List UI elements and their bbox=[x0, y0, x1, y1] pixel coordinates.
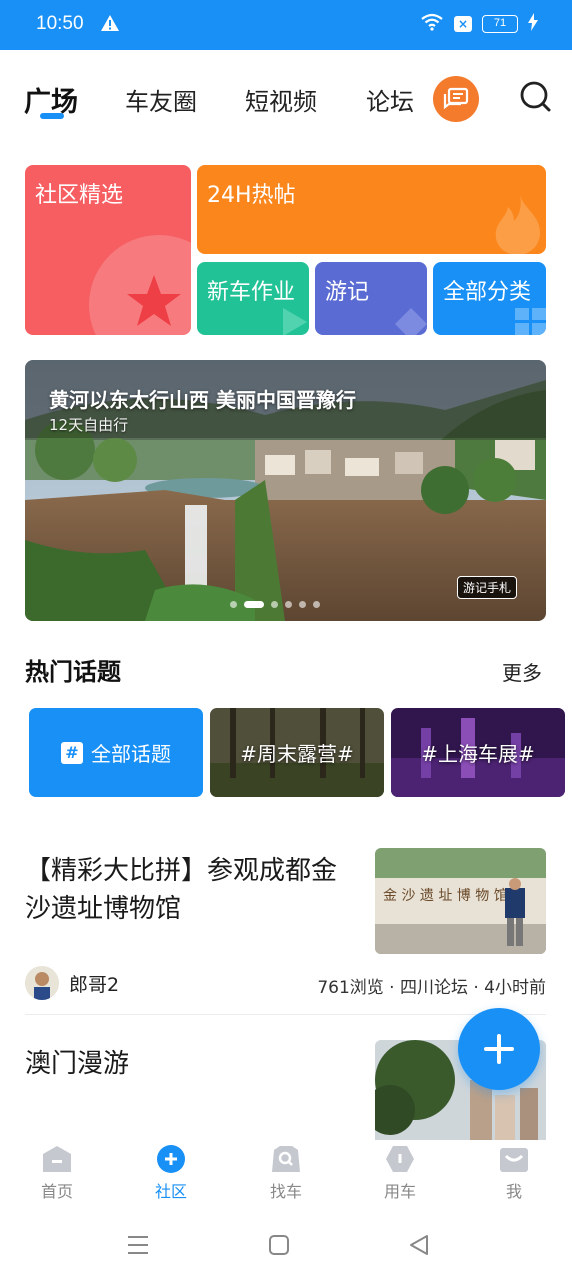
category-featured[interactable]: 社区精选 bbox=[25, 165, 191, 335]
home-square-icon[interactable] bbox=[268, 1234, 290, 1256]
topic-camping-label: #周末露营# bbox=[240, 742, 354, 766]
category-featured-label: 社区精选 bbox=[35, 183, 124, 208]
diamond-icon bbox=[395, 308, 427, 335]
charging-icon bbox=[528, 13, 538, 35]
top-nav: 广场 车友圈 短视频 论坛 bbox=[0, 50, 572, 145]
post-title[interactable]: 【精彩大比拼】参观成都金沙遗址博物馆 bbox=[25, 852, 355, 928]
create-post-button[interactable] bbox=[458, 1008, 540, 1090]
museum-photo: 金 沙 遗 址 博 物 馆 bbox=[375, 848, 546, 954]
use-car-icon bbox=[386, 1146, 414, 1172]
back-icon[interactable] bbox=[408, 1234, 430, 1256]
author-name: 郎哥2 bbox=[69, 973, 120, 996]
category-new-car-label: 新车作业 bbox=[207, 280, 296, 305]
post-meta: 761浏览 · 四川论坛 · 4小时前 bbox=[317, 978, 546, 998]
banner-tag: 游记手札 bbox=[457, 576, 518, 599]
banner-subtitle: 12天自由行 bbox=[49, 416, 129, 434]
system-navigation-bar bbox=[0, 1212, 572, 1280]
profile-icon bbox=[500, 1148, 528, 1172]
search-button[interactable] bbox=[518, 79, 554, 115]
nav-home[interactable]: 首页 bbox=[17, 1144, 97, 1202]
topic-all-label: 全部话题 bbox=[91, 742, 171, 766]
message-icon bbox=[443, 87, 469, 110]
category-all[interactable]: 全部分类 bbox=[433, 262, 546, 335]
play-icon bbox=[283, 308, 307, 335]
nav-me-label: 我 bbox=[505, 1182, 522, 1201]
status-time: 10:50 bbox=[36, 13, 84, 34]
category-travel-label: 游记 bbox=[325, 280, 370, 305]
tab-car-friends[interactable]: 车友圈 bbox=[125, 82, 197, 117]
carousel-dot bbox=[230, 601, 237, 608]
status-bar: 10:50 × 71 bbox=[0, 0, 572, 50]
carousel-dot-active bbox=[244, 601, 264, 608]
find-car-icon bbox=[272, 1146, 300, 1172]
search-icon bbox=[520, 81, 551, 112]
hot-topics-title: 热门话题 bbox=[25, 658, 121, 686]
carousel-dot bbox=[313, 601, 320, 608]
tab-forum[interactable]: 论坛 bbox=[366, 82, 414, 117]
category-hot-label: 24H热帖 bbox=[207, 183, 296, 208]
category-travel[interactable]: 游记 bbox=[315, 262, 427, 335]
avatar bbox=[25, 966, 59, 1000]
nav-community[interactable]: 社区 bbox=[131, 1144, 211, 1202]
battery-indicator: 71 bbox=[482, 15, 518, 33]
more-link[interactable]: 更多 bbox=[502, 657, 542, 686]
banner-title: 黄河以东太行山西 美丽中国晋豫行 bbox=[49, 388, 356, 412]
grid-icon bbox=[515, 308, 546, 335]
star-icon bbox=[127, 275, 181, 326]
carousel-indicator bbox=[230, 601, 320, 608]
active-tab-indicator bbox=[40, 113, 64, 119]
home-icon bbox=[43, 1146, 71, 1172]
divider bbox=[25, 1014, 546, 1015]
nav-use-car-label: 用车 bbox=[383, 1182, 416, 1201]
nav-home-label: 首页 bbox=[40, 1182, 73, 1201]
post-title[interactable]: 澳门漫游 bbox=[25, 1045, 355, 1083]
nav-find-car[interactable]: 找车 bbox=[246, 1144, 326, 1202]
wifi-icon bbox=[420, 13, 444, 35]
carousel-dot bbox=[285, 601, 292, 608]
nav-community-label: 社区 bbox=[154, 1182, 187, 1201]
nav-use-car[interactable]: 用车 bbox=[360, 1144, 440, 1202]
svg-text:金 沙 遗 址 博 物 馆: 金 沙 遗 址 博 物 馆 bbox=[383, 887, 508, 904]
topic-weekend-camping[interactable]: #周末露营# bbox=[210, 708, 384, 797]
tab-short-video[interactable]: 短视频 bbox=[245, 82, 317, 117]
nav-me[interactable]: 我 bbox=[474, 1144, 554, 1202]
message-button[interactable] bbox=[433, 76, 479, 122]
bottom-nav: 首页 社区 找车 用车 我 bbox=[0, 1140, 572, 1212]
topic-shanghai-auto-show[interactable]: #上海车展# bbox=[391, 708, 565, 797]
carousel-dot bbox=[271, 601, 278, 608]
nav-find-car-label: 找车 bbox=[269, 1182, 302, 1201]
flame-icon bbox=[495, 195, 540, 254]
warning-icon bbox=[100, 14, 120, 36]
category-all-label: 全部分类 bbox=[443, 280, 532, 305]
travel-banner[interactable]: 黄河以东太行山西 美丽中国晋豫行 12天自由行 游记手札 bbox=[25, 360, 546, 621]
carousel-dot bbox=[299, 601, 306, 608]
post-thumbnail[interactable]: 金 沙 遗 址 博 物 馆 bbox=[375, 848, 546, 954]
menu-icon[interactable] bbox=[127, 1234, 149, 1256]
community-icon bbox=[157, 1145, 185, 1173]
no-sim-icon: × bbox=[454, 16, 472, 32]
category-24h-hot[interactable]: 24H热帖 bbox=[197, 165, 546, 254]
topic-all[interactable]: # 全部话题 bbox=[29, 708, 203, 797]
category-new-car[interactable]: 新车作业 bbox=[197, 262, 309, 335]
hashtag-icon: # bbox=[61, 741, 83, 764]
topic-auto-show-label: #上海车展# bbox=[421, 742, 535, 766]
post-author[interactable]: 郎哥2 bbox=[25, 966, 119, 1000]
plus-icon bbox=[484, 1034, 514, 1064]
